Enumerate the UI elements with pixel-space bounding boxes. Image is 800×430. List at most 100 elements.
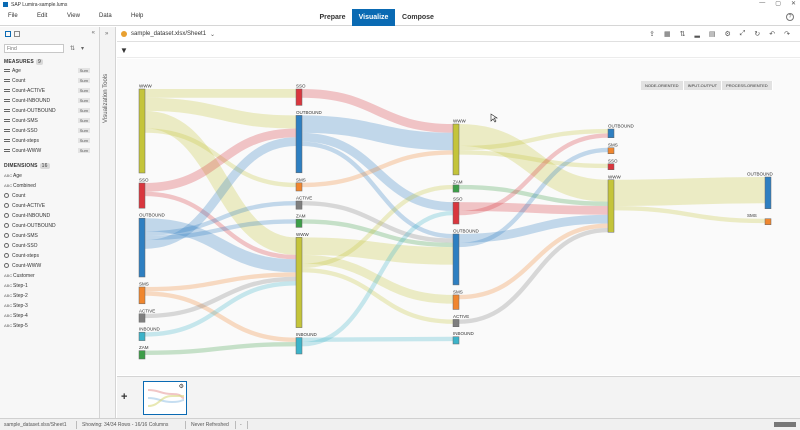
undo-icon[interactable]: ↶ <box>769 30 775 38</box>
sankey-link[interactable] <box>613 206 766 224</box>
dimension-item[interactable]: Count-SSO <box>4 241 94 250</box>
process-oriented-button[interactable]: PROCESS-ORIENTED <box>722 81 773 90</box>
tab-prepare[interactable]: Prepare <box>314 9 351 26</box>
sankey-node[interactable] <box>764 218 772 225</box>
aggregation-badge[interactable]: Sum <box>77 138 90 143</box>
sankey-node[interactable] <box>295 115 303 174</box>
aggregation-badge[interactable]: Sum <box>77 108 90 113</box>
chart-options-icon[interactable]: ▤ <box>709 30 716 38</box>
dimension-item[interactable]: Count-INBOUND <box>4 211 94 220</box>
sankey-link[interactable] <box>458 124 609 202</box>
sankey-node[interactable] <box>452 233 460 286</box>
dimension-item[interactable]: Count <box>4 191 94 200</box>
fullscreen-icon[interactable]: ⤢ <box>740 30 746 38</box>
aggregation-badge[interactable]: Sum <box>77 118 90 123</box>
measure-item[interactable]: Count-INBOUND Sum <box>4 96 94 105</box>
redo-icon[interactable]: ↷ <box>784 30 790 38</box>
chart-thumbnail[interactable]: ⚙ <box>143 381 187 415</box>
sankey-node[interactable] <box>764 176 772 209</box>
sankey-node[interactable] <box>295 237 303 328</box>
aggregation-badge[interactable]: Sum <box>77 148 90 153</box>
dimension-item[interactable]: Count-SMS <box>4 231 94 240</box>
sankey-node[interactable] <box>452 336 460 345</box>
sankey-node[interactable] <box>607 147 615 154</box>
dimension-item[interactable]: Count-ACTIVE <box>4 201 94 210</box>
sankey-node[interactable] <box>295 337 303 355</box>
sankey-node[interactable] <box>138 313 146 323</box>
visualization-tools-bar[interactable]: » Visualization Tools <box>100 27 116 418</box>
sankey-node[interactable] <box>138 286 146 305</box>
sankey-node[interactable] <box>452 319 460 327</box>
list-view-icon[interactable] <box>5 31 11 37</box>
table-view-icon[interactable]: ▦ <box>664 30 671 38</box>
rank-icon[interactable]: ▂ <box>694 30 699 38</box>
help-icon[interactable]: ? <box>786 13 794 21</box>
sankey-link[interactable] <box>613 177 766 206</box>
aggregation-badge[interactable]: Sum <box>77 128 90 133</box>
dimension-item[interactable]: Count-WWW <box>4 261 94 270</box>
dimension-item[interactable]: ABC Step-2 <box>4 291 94 300</box>
sankey-link[interactable] <box>144 281 297 337</box>
expand-tools-icon[interactable]: » <box>105 31 108 37</box>
dimension-item[interactable]: ABC Customer <box>4 271 94 280</box>
collapse-panel-icon[interactable]: « <box>92 30 95 36</box>
sankey-node[interactable] <box>138 217 146 278</box>
dimension-item[interactable]: ABC Step-4 <box>4 311 94 320</box>
sankey-node[interactable] <box>452 184 460 193</box>
gear-icon[interactable]: ⚙ <box>724 30 730 38</box>
swap-axes-icon[interactable]: ⇅ <box>680 30 686 38</box>
sankey-node[interactable] <box>138 350 146 360</box>
sort-icon[interactable]: ⇅ <box>70 45 75 52</box>
measure-item[interactable]: Count-SSO Sum <box>4 126 94 135</box>
sankey-node[interactable] <box>295 182 303 192</box>
sankey-node[interactable] <box>452 201 460 225</box>
maximize-button[interactable]: ▢ <box>775 0 781 7</box>
measure-item[interactable]: Count-WWW Sum <box>4 146 94 155</box>
measure-item[interactable]: Count-steps Sum <box>4 136 94 145</box>
menu-view[interactable]: View <box>67 13 80 19</box>
sankey-node[interactable] <box>138 331 146 341</box>
aggregation-badge[interactable]: Sum <box>77 68 90 73</box>
refresh-icon[interactable]: ↻ <box>754 30 760 38</box>
sankey-link[interactable] <box>301 150 454 188</box>
sankey-node[interactable] <box>295 200 303 210</box>
menu-file[interactable]: File <box>8 13 18 19</box>
find-input[interactable] <box>4 44 64 53</box>
minimize-button[interactable]: — <box>759 0 765 7</box>
thumbnail-gear-icon[interactable]: ⚙ <box>179 383 184 390</box>
dimension-item[interactable]: ABC Step-3 <box>4 301 94 310</box>
more-icon[interactable]: ▾ <box>81 45 84 52</box>
tab-visualize[interactable]: Visualize <box>352 9 395 26</box>
aggregation-badge[interactable]: Sum <box>77 88 90 93</box>
sankey-node[interactable] <box>452 123 460 176</box>
dimension-item[interactable]: ABC Age <box>4 171 94 180</box>
measures-header[interactable]: MEASURES 9 <box>4 59 43 65</box>
measure-item[interactable]: Count-OUTBOUND Sum <box>4 106 94 115</box>
add-chart-button[interactable]: + <box>121 391 127 403</box>
aggregation-badge[interactable]: Sum <box>77 98 90 103</box>
measure-item[interactable]: Count-ACTIVE Sum <box>4 86 94 95</box>
sankey-node[interactable] <box>138 88 146 174</box>
measure-item[interactable]: Age Sum <box>4 66 94 75</box>
node-oriented-button[interactable]: NODE-ORIENTED <box>641 81 684 90</box>
measure-item[interactable]: Count Sum <box>4 76 94 85</box>
input-output-button[interactable]: INPUT-OUTPUT <box>683 81 723 90</box>
dimension-item[interactable]: Count-steps <box>4 251 94 260</box>
menu-help[interactable]: Help <box>131 13 143 19</box>
tree-view-icon[interactable] <box>14 31 20 37</box>
sankey-node[interactable] <box>607 128 615 138</box>
sankey-node[interactable] <box>138 182 146 209</box>
dimension-item[interactable]: ABC Combined <box>4 181 94 190</box>
close-button[interactable]: ✕ <box>791 0 796 7</box>
dimension-item[interactable]: Count-OUTBOUND <box>4 221 94 230</box>
dimension-item[interactable]: ABC Step-5 <box>4 321 94 330</box>
sankey-node[interactable] <box>607 179 615 233</box>
sankey-link[interactable] <box>301 237 454 265</box>
sankey-link[interactable] <box>144 341 297 355</box>
menu-data[interactable]: Data <box>99 13 112 19</box>
menu-edit[interactable]: Edit <box>37 13 47 19</box>
dataset-name[interactable]: sample_dataset.xlsx/Sheet1 <box>131 31 206 37</box>
measure-item[interactable]: Count-SMS Sum <box>4 116 94 125</box>
filter-icon[interactable]: ▼ <box>120 46 128 55</box>
sankey-node[interactable] <box>295 218 303 228</box>
